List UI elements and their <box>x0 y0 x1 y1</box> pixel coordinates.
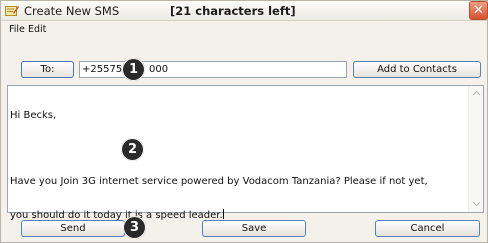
characters-left-counter: [21 characters left] <box>170 4 296 18</box>
message-body: Hi Becks, Have you Join 3G internet serv… <box>10 88 465 242</box>
phone-number-mid: 75 <box>109 64 123 75</box>
save-button[interactable]: Save <box>202 220 306 237</box>
message-line <box>10 143 465 154</box>
to-button[interactable]: To: <box>21 61 74 78</box>
title-bar: Create New SMS [21 characters left] ✕ <box>1 1 488 21</box>
phone-number-field[interactable]: +25575 000 <box>79 61 347 78</box>
scroll-down-icon[interactable] <box>472 199 481 208</box>
message-textarea[interactable]: Hi Becks, Have you Join 3G internet serv… <box>7 85 484 221</box>
add-to-contacts-button[interactable]: Add to Contacts <box>353 61 481 78</box>
menu-bar: File Edit <box>1 22 487 38</box>
close-icon: ✕ <box>473 3 484 18</box>
window-title: Create New SMS <box>24 4 120 18</box>
callout-badge-2: 2 <box>121 138 144 161</box>
callout-badge-3: 3 <box>123 216 146 239</box>
text-caret <box>222 209 224 219</box>
sms-edit-icon <box>5 6 19 16</box>
cancel-button[interactable]: Cancel <box>375 220 480 237</box>
menu-file[interactable]: File <box>9 24 25 35</box>
message-line: Hi Becks, <box>10 110 57 121</box>
sms-window: Create New SMS [21 characters left] ✕ Fi… <box>0 0 488 243</box>
phone-number-suffix: 000 <box>149 64 169 75</box>
vertical-scrollbar[interactable] <box>468 86 483 212</box>
phone-number-prefix: +255 <box>82 64 110 75</box>
send-button[interactable]: Send <box>21 220 125 237</box>
menu-edit[interactable]: Edit <box>28 24 46 35</box>
close-button[interactable]: ✕ <box>469 1 488 20</box>
message-line: Have you Join 3G internet service powere… <box>10 176 428 187</box>
callout-badge-1: 1 <box>122 58 145 81</box>
scroll-up-icon[interactable] <box>472 89 481 98</box>
